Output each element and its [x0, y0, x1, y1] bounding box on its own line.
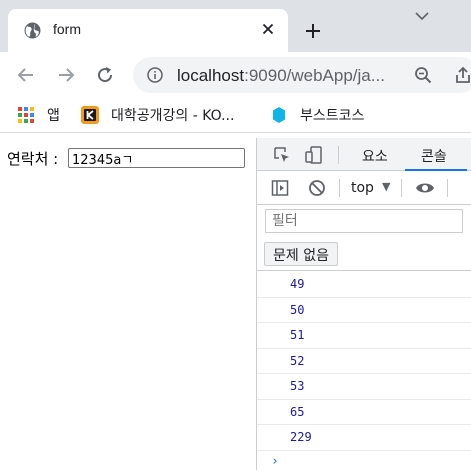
- tab-console[interactable]: 콘솔: [421, 146, 447, 166]
- console-toolbar: top ▼: [257, 171, 471, 205]
- bookmark-label: 앱: [47, 108, 60, 124]
- log-value: 53: [290, 379, 305, 393]
- log-value: 51: [290, 328, 305, 342]
- log-value: 50: [290, 302, 305, 317]
- reload-icon[interactable]: [95, 65, 115, 85]
- console-log-row: 52: [257, 349, 471, 374]
- chevron-down-icon[interactable]: [414, 10, 430, 22]
- issues-button[interactable]: 문제 없음: [264, 242, 338, 266]
- console-log-row: 50: [257, 298, 471, 323]
- close-icon[interactable]: [260, 21, 276, 37]
- zoom-icon[interactable]: [414, 66, 432, 84]
- toolbar-divider: [338, 146, 339, 164]
- console-messages: 49 50 51 52 53 65 229 ›: [257, 272, 471, 473]
- devtools-tab-bar: 요소 콘솔: [257, 138, 471, 171]
- clear-console-icon[interactable]: [308, 179, 326, 197]
- context-selector[interactable]: top: [351, 180, 374, 196]
- globe-icon: [24, 22, 41, 39]
- new-tab-plus-icon[interactable]: [303, 21, 323, 41]
- console-log-row: 229: [257, 425, 471, 451]
- share-icon[interactable]: [454, 66, 471, 84]
- url-text: localhost:9090/webApp/ja...: [177, 66, 385, 86]
- boostcourse-icon: [273, 107, 285, 123]
- contact-label: 연락처 :: [7, 150, 59, 168]
- device-toolbar-icon[interactable]: [305, 146, 323, 164]
- tab-strip: form: [0, 0, 471, 52]
- issues-row: 문제 없음: [257, 239, 471, 271]
- bookmark-apps[interactable]: 앱: [17, 105, 60, 125]
- sidebar-toggle-icon[interactable]: [271, 179, 289, 197]
- console-log-row: 53: [257, 374, 471, 400]
- console-prompt[interactable]: ›: [257, 451, 471, 473]
- url-host: localhost: [177, 66, 245, 85]
- contact-input[interactable]: [68, 148, 245, 168]
- address-bar[interactable]: localhost:9090/webApp/ja...: [133, 57, 471, 93]
- console-log-row: 49: [257, 272, 471, 298]
- browser-tab[interactable]: form: [8, 9, 288, 52]
- console-log-row: 51: [257, 323, 471, 349]
- devtools-panel: 요소 콘솔 top ▼ 문제 없음 49 50 51 52 53: [256, 138, 471, 470]
- toolbar-divider: [447, 179, 448, 197]
- apps-grid-icon: [18, 107, 34, 123]
- bookmarks-bar: 앱 대학공개강의 - KO... 부스트코스: [0, 97, 471, 133]
- forward-arrow-icon[interactable]: [56, 65, 76, 85]
- bookmark-label: 부스트코스: [300, 108, 365, 124]
- toolbar-divider: [401, 179, 402, 197]
- page-content: 연락처 :: [0, 138, 256, 470]
- toolbar-divider: [339, 179, 340, 197]
- tab-elements[interactable]: 요소: [362, 146, 388, 166]
- filter-row: [257, 205, 471, 239]
- console-log-row: 65: [257, 400, 471, 425]
- bookmark-label: 대학공개강의 - KO...: [111, 108, 235, 124]
- kocw-icon: [81, 106, 99, 124]
- browser-toolbar: localhost:9090/webApp/ja...: [0, 52, 471, 97]
- bookmark-boostcourse[interactable]: 부스트코스: [270, 105, 364, 125]
- back-arrow-icon[interactable]: [16, 65, 36, 85]
- log-value: 65: [290, 404, 305, 419]
- info-icon[interactable]: [147, 67, 163, 83]
- log-value: 49: [290, 277, 305, 291]
- log-value: 52: [290, 353, 305, 368]
- tab-title: form: [53, 21, 81, 37]
- eye-icon[interactable]: [415, 179, 435, 197]
- inspect-element-icon[interactable]: [273, 146, 291, 164]
- bookmark-kocw[interactable]: 대학공개강의 - KO...: [81, 105, 234, 125]
- dropdown-arrow-icon: ▼: [382, 180, 391, 193]
- filter-input[interactable]: [265, 209, 463, 233]
- url-path: :9090/webApp/ja...: [244, 66, 385, 85]
- log-value: 229: [290, 430, 312, 444]
- prompt-chevron-icon: ›: [271, 453, 279, 469]
